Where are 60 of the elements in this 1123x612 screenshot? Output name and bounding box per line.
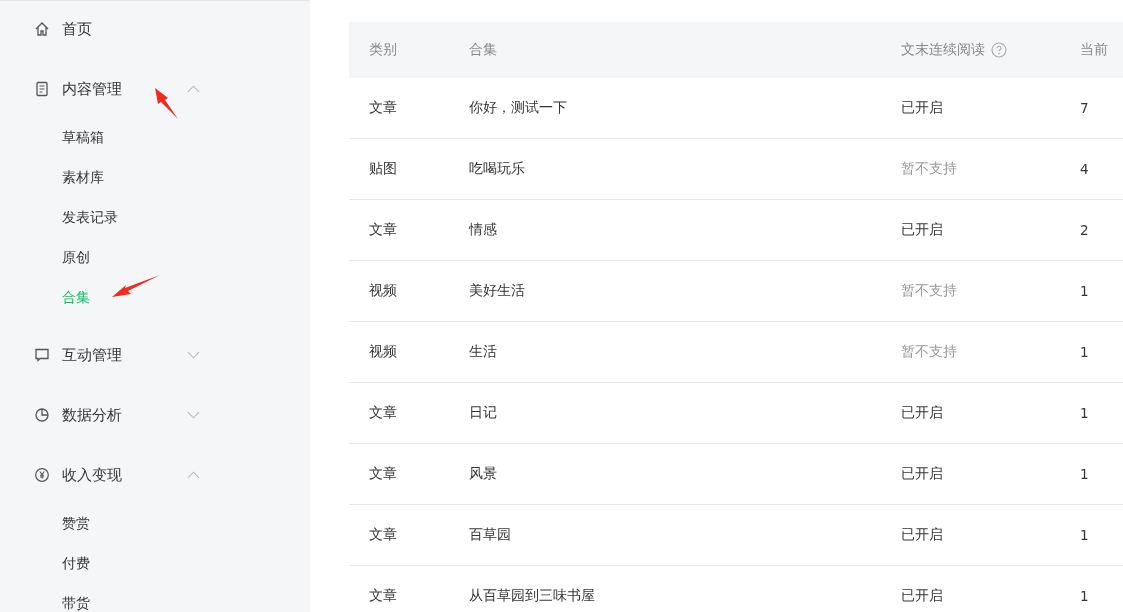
submenu-item[interactable]: 草稿箱: [62, 117, 104, 157]
annotation-arrow: [155, 88, 178, 119]
table-cell: 视频: [369, 282, 397, 300]
status-text: 暂不支持: [901, 343, 957, 361]
column-header: 类别: [369, 41, 397, 59]
chat-icon: [34, 347, 50, 363]
table-cell: 1: [1080, 588, 1089, 604]
table-cell: 风景: [469, 465, 497, 483]
table-cell: 视频: [369, 343, 397, 361]
submenu-item[interactable]: 赞赏: [62, 503, 90, 543]
pie-chart-icon: [34, 407, 50, 423]
table-cell: 文章: [369, 99, 397, 117]
submenu-item[interactable]: 付费: [62, 543, 90, 583]
table-cell: 吃喝玩乐: [469, 160, 525, 178]
column-header: 当前: [1080, 41, 1108, 59]
menu-item[interactable]: 首页: [34, 9, 200, 49]
table-cell: 贴图: [369, 160, 397, 178]
table-cell: 1: [1080, 283, 1089, 299]
help-icon[interactable]: [991, 42, 1007, 58]
submenu-item[interactable]: 素材库: [62, 157, 104, 197]
table-cell: 美好生活: [469, 282, 525, 300]
table-cell: 情感: [469, 221, 497, 239]
submenu-item[interactable]: 发表记录: [62, 197, 118, 237]
document-icon: [34, 81, 50, 97]
menu-item[interactable]: 数据分析: [34, 395, 200, 435]
table-cell: 从百草园到三味书屋: [469, 587, 595, 605]
table-cell: 4: [1080, 161, 1089, 177]
table-cell: 文章: [369, 221, 397, 239]
status-text: 已开启: [901, 221, 943, 239]
status-text: 暂不支持: [901, 282, 957, 300]
menu-item[interactable]: 互动管理: [34, 335, 200, 375]
column-header: 合集: [469, 41, 497, 59]
table-cell: 生活: [469, 343, 497, 361]
status-text: 已开启: [901, 587, 943, 605]
table-cell: 1: [1080, 405, 1089, 421]
status-text: 暂不支持: [901, 160, 957, 178]
table-cell: 1: [1080, 527, 1089, 543]
menu-item[interactable]: 收入变现: [34, 455, 200, 495]
status-text: 已开启: [901, 465, 943, 483]
table-cell: 你好，测试一下: [469, 99, 567, 117]
table-cell: 日记: [469, 404, 497, 422]
table-cell: 2: [1080, 222, 1089, 238]
table-cell: 1: [1080, 344, 1089, 360]
table-cell: 文章: [369, 587, 397, 605]
table-cell: 百草园: [469, 526, 511, 544]
table-cell: 文章: [369, 526, 397, 544]
menu-item[interactable]: 内容管理: [34, 69, 200, 109]
table-cell: 1: [1080, 466, 1089, 482]
annotation-arrow: [112, 275, 160, 297]
table-cell: 文章: [369, 465, 397, 483]
column-header: 文末连续阅读: [901, 41, 985, 59]
status-text: 已开启: [901, 404, 943, 422]
submenu-item[interactable]: 原创: [62, 237, 90, 277]
status-text: 已开启: [901, 526, 943, 544]
submenu-item[interactable]: 带货: [62, 583, 90, 612]
table-cell: 文章: [369, 404, 397, 422]
table-cell: 7: [1080, 100, 1089, 116]
yen-icon: [34, 467, 50, 483]
status-text: 已开启: [901, 99, 943, 117]
home-icon: [34, 21, 50, 37]
